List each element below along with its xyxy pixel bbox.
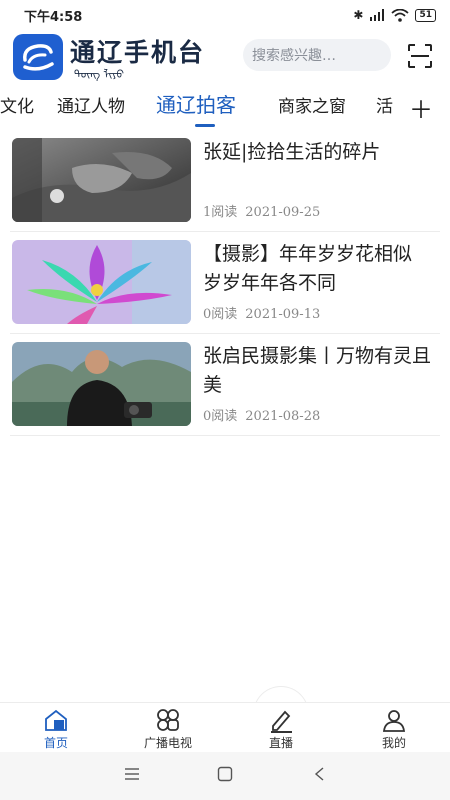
category-tabs: 文化 通辽人物 通辽拍客 商家之窗 活 ＋ xyxy=(0,86,450,127)
app-subtitle-mongolian: ᠲᠦᠩ ᠯᠢᠶᠣ xyxy=(74,68,125,81)
article-item[interactable]: 张延|捡拾生活的碎片 1阅读 2021-09-25 xyxy=(10,130,440,232)
search-input[interactable]: 搜索感兴趣… xyxy=(243,39,391,71)
status-bar: 下午4:58 ✱ 51 xyxy=(0,0,450,30)
tab-merchant-window[interactable]: 商家之窗 xyxy=(278,92,346,117)
battery-icon: 51 xyxy=(415,8,436,22)
nav-live[interactable]: 直播 xyxy=(241,707,321,751)
article-meta: 0阅读 2021-09-13 xyxy=(203,303,320,322)
active-tab-indicator xyxy=(195,124,215,127)
article-meta: 0阅读 2021-08-28 xyxy=(203,405,320,424)
article-item[interactable]: 【摄影】年年岁岁花相似 岁岁年年各不同 0阅读 2021-09-13 xyxy=(10,232,440,334)
tab-tongliao-people[interactable]: 通辽人物 xyxy=(57,92,125,117)
person-icon xyxy=(382,710,406,732)
article-thumbnail xyxy=(12,240,191,324)
home-square-icon[interactable] xyxy=(217,766,233,782)
nav-live-label: 直播 xyxy=(268,736,293,750)
article-item[interactable]: 张启民摄影集丨万物有灵且美 0阅读 2021-08-28 xyxy=(10,334,440,436)
nav-mine-label: 我的 xyxy=(381,736,406,750)
app-header: 通辽手机台 ᠲᠦᠩ ᠯᠢᠶᠣ 搜索感兴趣… xyxy=(0,30,450,86)
wifi-icon xyxy=(391,8,410,22)
grid-icon xyxy=(157,709,179,731)
publish-date: 2021-08-28 xyxy=(245,409,321,424)
article-title: 张延|捡拾生活的碎片 xyxy=(203,141,381,163)
app-logo-icon xyxy=(13,34,63,80)
article-thumbnail xyxy=(12,138,191,222)
article-thumbnail xyxy=(12,342,191,426)
home-icon xyxy=(45,709,67,731)
status-icons: ✱ 51 xyxy=(353,8,436,22)
nav-home[interactable]: 首页 xyxy=(16,707,96,751)
article-title: 张启民摄影集丨万物有灵且美 xyxy=(203,345,432,396)
read-count: 0阅读 xyxy=(203,307,238,322)
nav-home-label: 首页 xyxy=(43,736,68,750)
nav-broadcast-tv[interactable]: 广播电视 xyxy=(128,707,208,751)
article-title: 【摄影】年年岁岁花相似 岁岁年年各不同 xyxy=(203,243,413,294)
publish-date: 2021-09-25 xyxy=(245,205,321,220)
publish-date: 2021-09-13 xyxy=(245,307,321,322)
search-placeholder: 搜索感兴趣… xyxy=(252,48,336,64)
tab-culture[interactable]: 文化 xyxy=(0,92,34,117)
signal-icon xyxy=(370,9,385,21)
back-icon[interactable] xyxy=(312,766,328,782)
menu-icon[interactable] xyxy=(124,766,140,782)
article-meta: 1阅读 2021-09-25 xyxy=(203,201,320,220)
status-time: 下午4:58 xyxy=(24,9,83,25)
bottom-nav: 首页 广播电视 直播 我的 xyxy=(0,702,450,750)
system-nav-bar xyxy=(0,752,450,800)
add-tab-icon[interactable]: ＋ xyxy=(409,90,433,125)
bluetooth-icon: ✱ xyxy=(353,8,364,22)
pen-icon xyxy=(271,710,292,733)
read-count: 0阅读 xyxy=(203,409,238,424)
tab-activities[interactable]: 活 xyxy=(376,92,393,117)
scan-icon[interactable] xyxy=(406,42,434,70)
tab-tongliao-photographers[interactable]: 通辽拍客 xyxy=(156,89,236,118)
read-count: 1阅读 xyxy=(203,205,238,220)
nav-mine[interactable]: 我的 xyxy=(354,707,434,751)
nav-broadcast-tv-label: 广播电视 xyxy=(143,736,192,750)
